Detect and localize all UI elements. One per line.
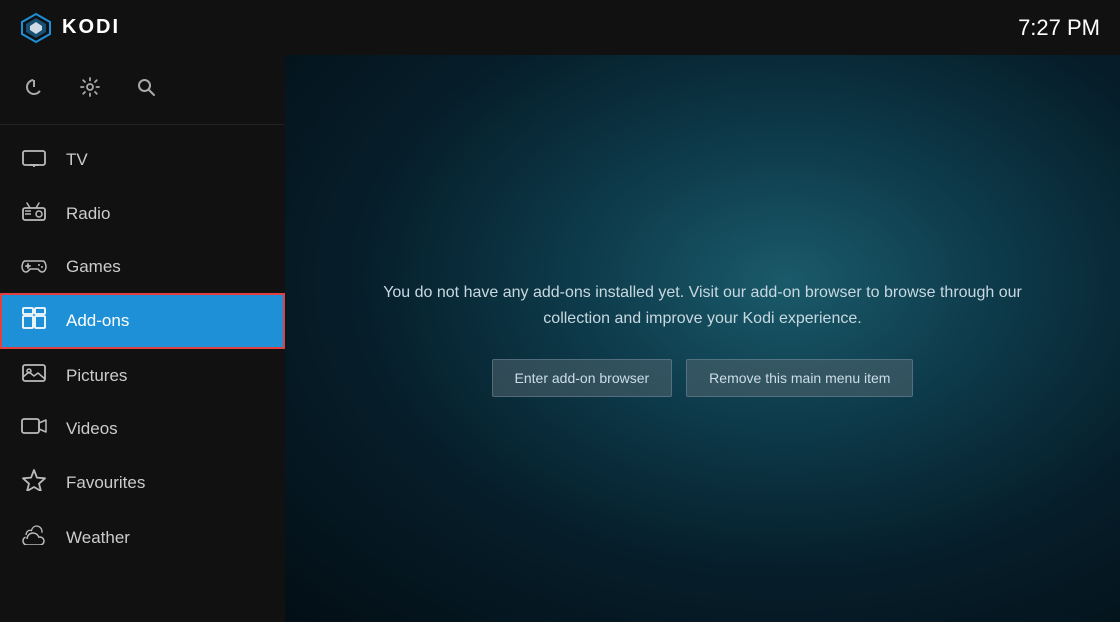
enter-addon-browser-button[interactable]: Enter add-on browser: [492, 359, 673, 397]
search-button[interactable]: [132, 73, 160, 106]
main-layout: TV Radio: [0, 55, 1120, 622]
sidebar-item-addons[interactable]: Add-ons: [0, 293, 285, 349]
remove-menu-item-button[interactable]: Remove this main menu item: [686, 359, 913, 397]
addons-label: Add-ons: [66, 311, 129, 331]
weather-label: Weather: [66, 528, 130, 548]
search-icon: [136, 77, 156, 97]
sidebar-item-games[interactable]: Games: [0, 241, 285, 293]
gamepad-icon: [20, 255, 48, 279]
games-label: Games: [66, 257, 121, 277]
sidebar-item-radio[interactable]: Radio: [0, 187, 285, 241]
tv-icon: [20, 147, 48, 173]
addons-icon: [20, 307, 48, 335]
videos-icon: [20, 417, 48, 441]
app-title: KODI: [62, 16, 120, 39]
kodi-logo-icon: [20, 12, 52, 44]
top-bar: KODI 7:27 PM: [0, 0, 1120, 55]
pictures-label: Pictures: [66, 366, 127, 386]
sidebar-item-weather[interactable]: Weather: [0, 511, 285, 565]
content-actions: Enter add-on browser Remove this main me…: [373, 359, 1033, 397]
main-nav: TV Radio: [0, 125, 285, 622]
content-center: You do not have any add-ons installed ye…: [353, 260, 1053, 417]
videos-label: Videos: [66, 419, 118, 439]
gear-icon: [80, 77, 100, 97]
app-branding: KODI: [20, 12, 120, 44]
power-icon: [24, 77, 44, 97]
no-addons-message: You do not have any add-ons installed ye…: [373, 280, 1033, 331]
favourites-label: Favourites: [66, 473, 145, 493]
radio-icon: [20, 201, 48, 227]
sidebar: TV Radio: [0, 55, 285, 622]
clock: 7:27 PM: [1018, 15, 1100, 41]
pictures-icon: [20, 363, 48, 389]
settings-button[interactable]: [76, 73, 104, 106]
sidebar-toolbar: [0, 55, 285, 125]
sidebar-item-videos[interactable]: Videos: [0, 403, 285, 455]
sidebar-item-pictures[interactable]: Pictures: [0, 349, 285, 403]
star-icon: [20, 469, 48, 497]
radio-label: Radio: [66, 204, 110, 224]
sidebar-item-tv[interactable]: TV: [0, 133, 285, 187]
tv-label: TV: [66, 150, 88, 170]
sidebar-item-favourites[interactable]: Favourites: [0, 455, 285, 511]
weather-icon: [20, 525, 48, 551]
content-area: You do not have any add-ons installed ye…: [285, 55, 1120, 622]
power-button[interactable]: [20, 73, 48, 106]
